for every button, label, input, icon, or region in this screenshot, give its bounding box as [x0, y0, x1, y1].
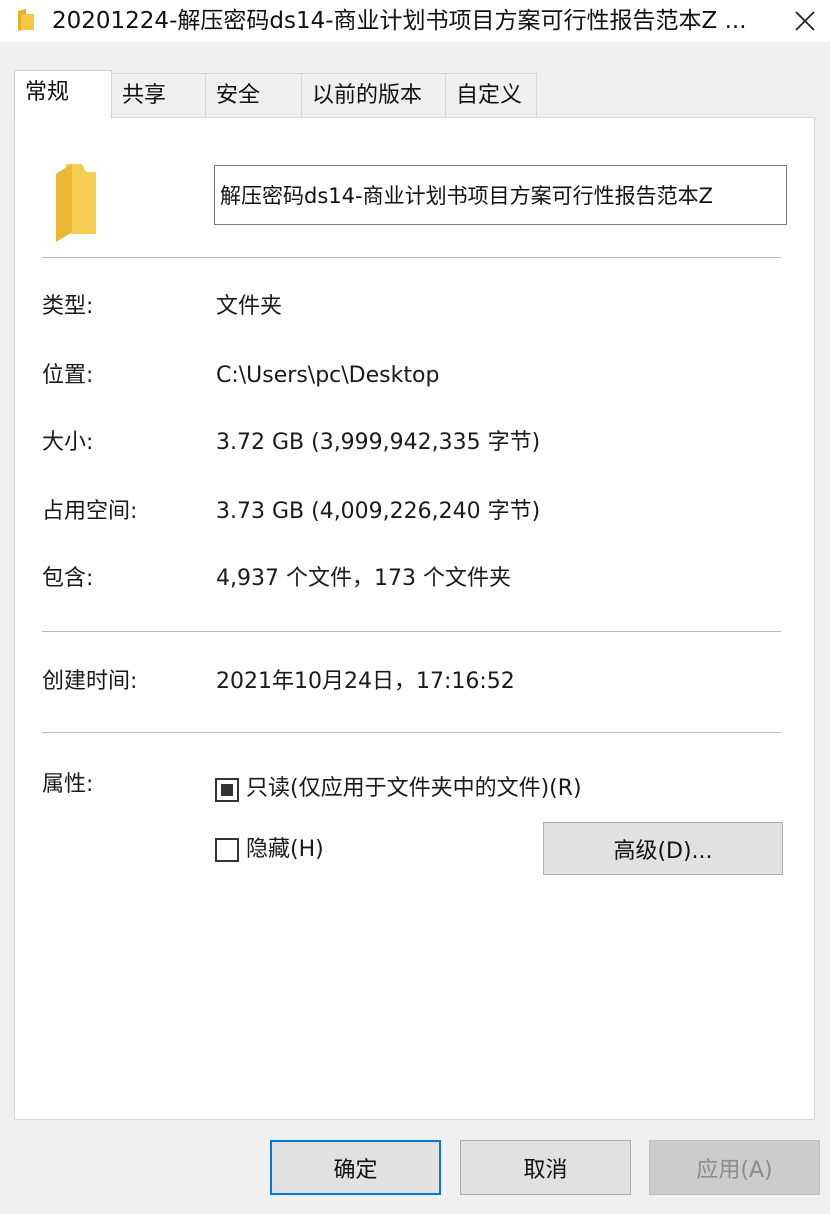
location-value: C:\Users\pc\Desktop	[216, 363, 440, 388]
contains-value: 4,937 个文件，173 个文件夹	[216, 566, 511, 591]
general-panel	[14, 117, 815, 1120]
folder-name-input[interactable]	[214, 165, 787, 225]
window-title: 20201224-解压密码ds14-商业计划书项目方案可行性报告范本Z ...	[52, 8, 747, 34]
hidden-label[interactable]: 隐藏(H)	[246, 835, 324, 865]
folder-icon	[18, 9, 34, 31]
type-value: 文件夹	[216, 294, 283, 319]
tab-general[interactable]: 常规	[14, 70, 112, 119]
size-on-disk-value: 3.73 GB (4,009,226,240 字节)	[216, 499, 541, 524]
divider	[42, 631, 781, 632]
title-bar: 20201224-解压密码ds14-商业计划书项目方案可行性报告范本Z ...	[0, 0, 830, 42]
hidden-checkbox[interactable]	[215, 838, 239, 862]
indeterminate-mark	[221, 784, 233, 796]
size-label: 大小:	[42, 430, 94, 455]
attributes-label: 属性:	[42, 772, 94, 797]
divider	[42, 257, 781, 258]
location-label: 位置:	[42, 363, 94, 388]
advanced-button[interactable]: 高级(D)...	[543, 822, 783, 875]
contains-label: 包含:	[42, 566, 94, 591]
type-label: 类型:	[42, 294, 94, 319]
size-value: 3.72 GB (3,999,942,335 字节)	[216, 430, 541, 455]
folder-icon	[56, 164, 96, 242]
close-icon	[795, 11, 815, 31]
created-value: 2021年10月24日，17:16:52	[216, 669, 515, 694]
created-label: 创建时间:	[42, 669, 138, 694]
apply-button[interactable]: 应用(A)	[649, 1140, 820, 1195]
ok-button[interactable]: 确定	[270, 1140, 441, 1195]
divider	[42, 732, 781, 733]
readonly-checkbox[interactable]	[215, 778, 239, 802]
cancel-button[interactable]: 取消	[460, 1140, 631, 1195]
tab-previous-versions[interactable]: 以前的版本	[301, 73, 446, 119]
tab-customize[interactable]: 自定义	[445, 73, 537, 119]
close-button[interactable]	[780, 0, 830, 42]
tab-sharing[interactable]: 共享	[111, 73, 206, 119]
tab-bar: 常规 共享 安全 以前的版本 自定义	[14, 70, 814, 119]
size-on-disk-label: 占用空间:	[42, 499, 138, 524]
tab-security[interactable]: 安全	[205, 73, 302, 119]
readonly-label[interactable]: 只读(仅应用于文件夹中的文件)(R)	[246, 774, 582, 804]
